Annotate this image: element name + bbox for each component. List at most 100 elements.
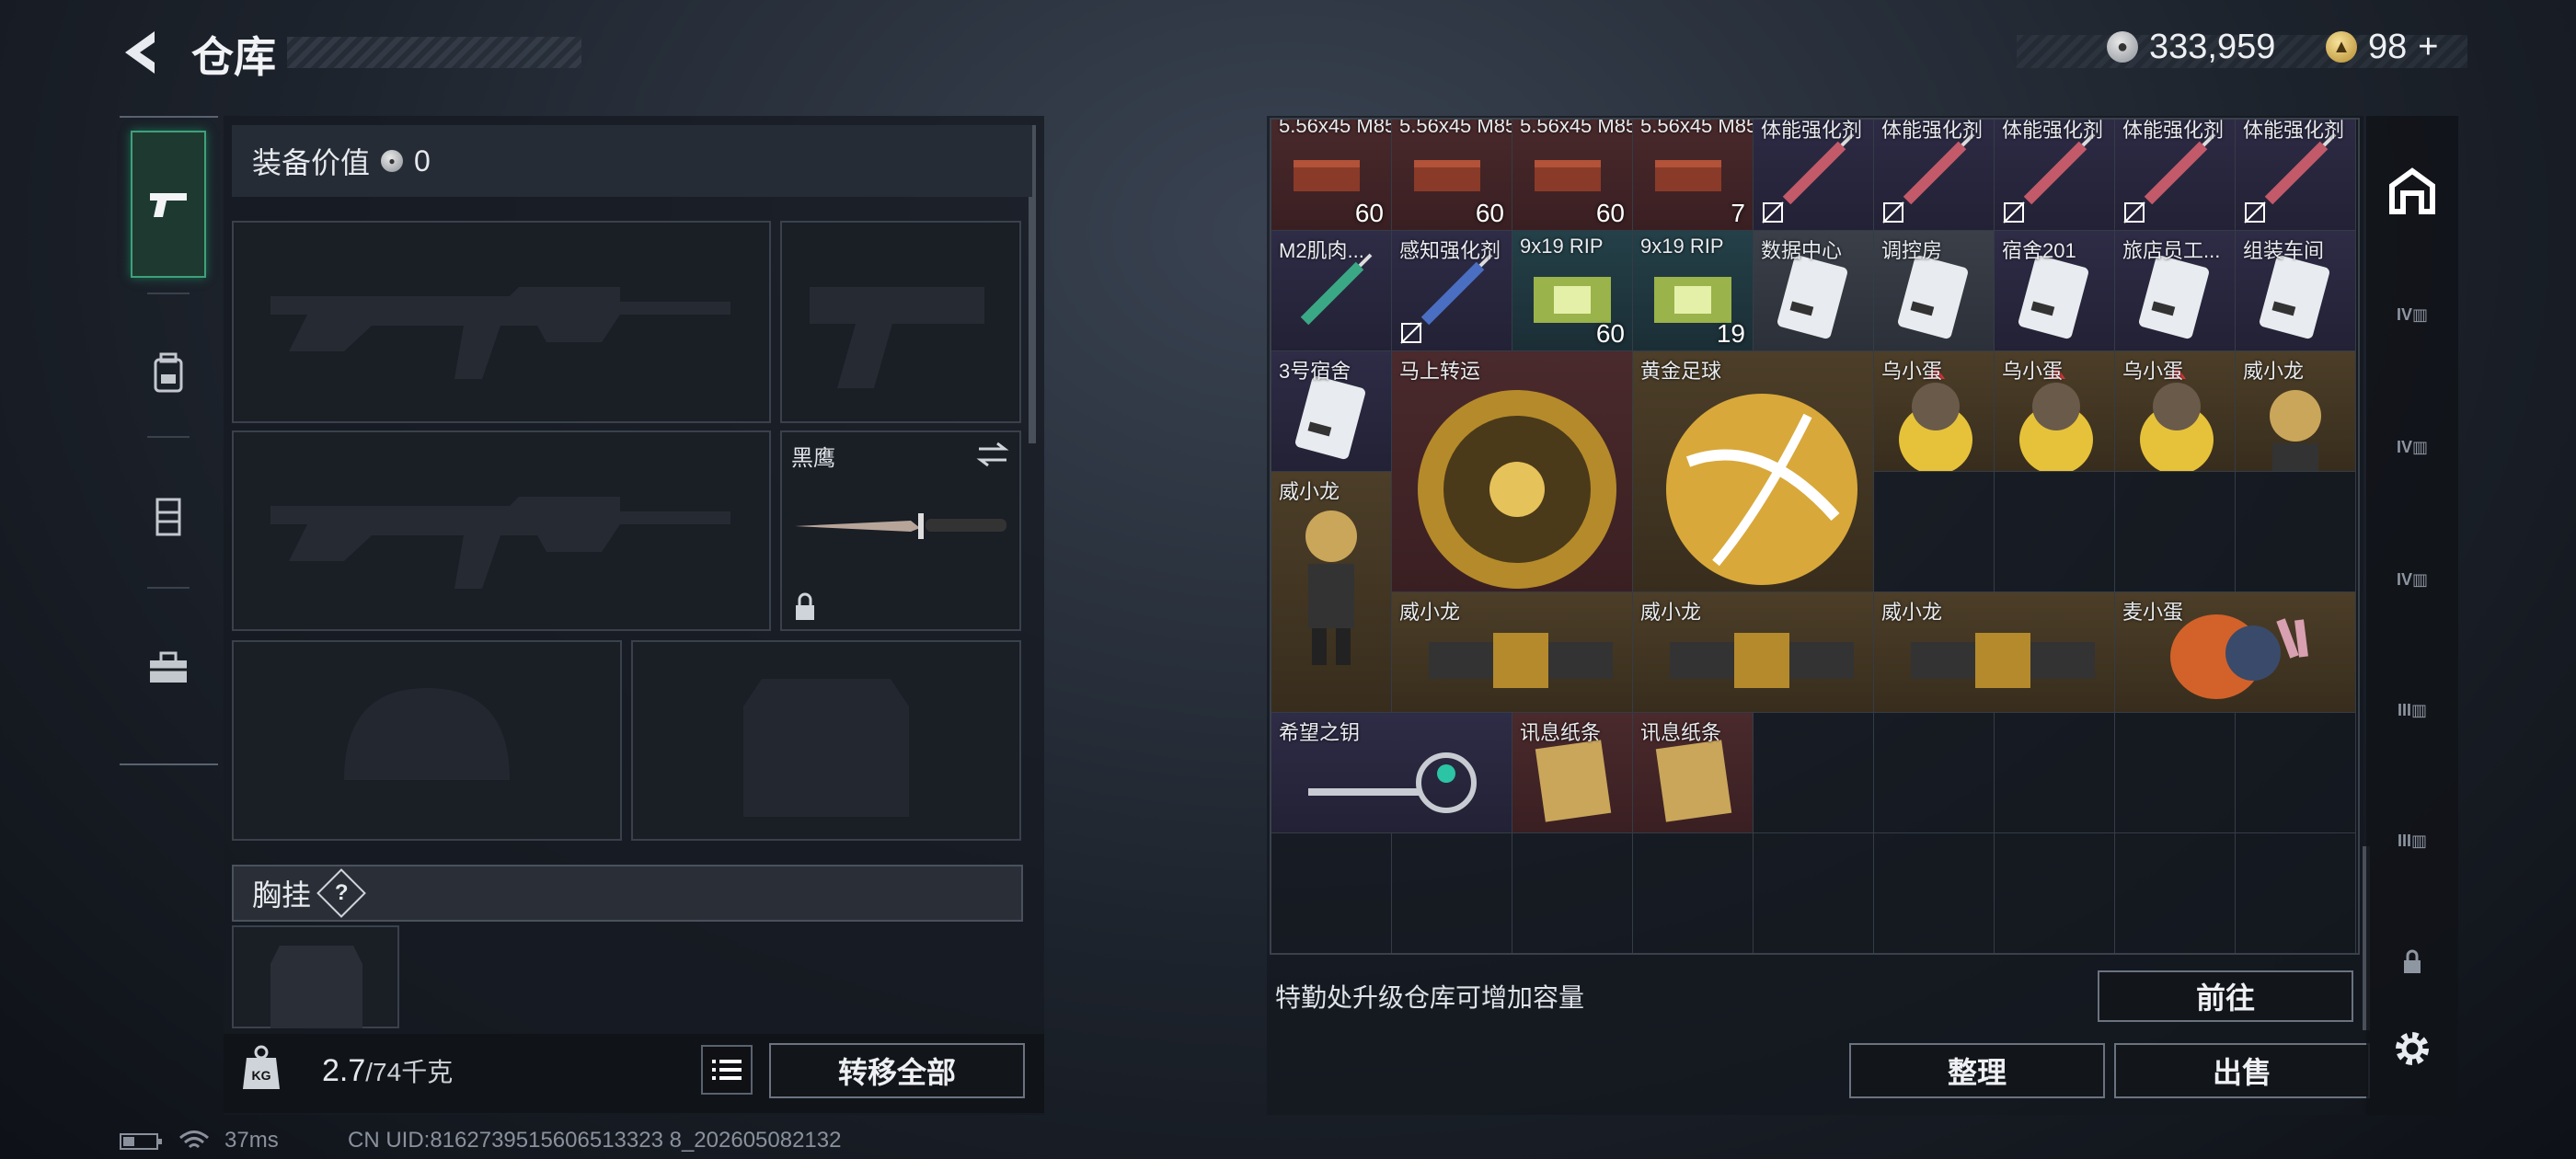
back-arrow-icon[interactable] [118,28,164,77]
warehouse-tab-4c[interactable]: IV ▥ [2383,552,2442,607]
empty-grid-cell[interactable] [1874,472,1995,592]
no-sell-icon [1762,201,1784,224]
rail-toolbox-tab[interactable] [131,594,206,741]
inventory-item[interactable]: 讯息纸条 [1512,713,1632,832]
empty-grid-cell[interactable] [1754,833,1874,953]
chest-rig-slot[interactable] [232,925,399,1028]
inventory-item[interactable]: 威小龙 [1874,592,2114,712]
item-name: 9x19 RIP [1640,235,1724,258]
empty-grid-cell[interactable] [1633,833,1754,953]
knife-icon [795,513,1006,539]
inventory-item[interactable]: 麦小蛋 [2115,592,2355,712]
svg-text:KG: KG [252,1068,271,1083]
inventory-item[interactable]: 体能强化剂 [2115,120,2235,230]
rail-vest-tab[interactable] [131,443,206,591]
empty-grid-cell[interactable] [1874,833,1995,953]
inventory-item[interactable]: 旅店员工... [2115,231,2235,350]
transfer-all-button[interactable]: 转移全部 [769,1043,1025,1098]
currency-gold[interactable]: ▲ 98 + [2326,26,2438,68]
backpack-icon [154,352,183,393]
inventory-item[interactable]: 体能强化剂 [2236,120,2355,230]
inventory-item[interactable]: M2肌肉... [1271,231,1391,350]
empty-grid-cell[interactable] [1874,713,1995,833]
inventory-item[interactable]: 9x19 RIP 19 [1633,231,1753,350]
inventory-item[interactable]: 调控房 [1874,231,1994,350]
organize-button[interactable]: 整理 [1849,1043,2105,1098]
warehouse-tab-rail: IV ▥ IV ▥ IV ▥ III ▥ III ▥ [2366,116,2458,1115]
inventory-item[interactable]: 乌小蛋 [1874,351,1994,471]
currency-gold-value: 98 [2368,27,2408,66]
rail-weapon-tab[interactable] [131,131,206,278]
primary-weapon-slot[interactable] [232,221,771,423]
warehouse-tab-4a[interactable]: IV ▥ [2383,287,2442,342]
warehouse-tab-3a[interactable]: III ▥ [2383,683,2442,738]
inventory-item[interactable]: 威小龙 [1633,592,1873,712]
upgrade-hint: 特勤处升级仓库可增加容量 [1275,983,1585,1012]
item-name: 9x19 RIP [1520,235,1604,258]
inventory-item[interactable]: 乌小蛋 [2115,351,2235,471]
empty-grid-cell[interactable] [2236,472,2356,592]
inventory-item[interactable]: 宿舍201 [1995,231,2114,350]
goto-button[interactable]: 前往 [2098,970,2353,1022]
inventory-item[interactable]: 5.56x45 M855A1 60 [1512,118,1632,230]
empty-grid-cell[interactable] [1995,833,2115,953]
armor-slot[interactable] [631,640,1021,841]
inventory-item[interactable]: 组装车间 [2236,231,2355,350]
equipment-category-rail [120,116,218,765]
item-name: 数据中心 [1761,239,1843,262]
helmet-slot[interactable] [232,640,622,841]
melee-slot[interactable]: 黑鹰 [780,430,1021,631]
secondary-weapon-slot[interactable] [232,430,771,631]
inventory-item[interactable]: 乌小蛋 [1995,351,2114,471]
chest-rig-bar: 胸挂 ? [232,865,1023,922]
inventory-item[interactable]: 体能强化剂 [1874,120,1994,230]
inventory-item[interactable]: 体能强化剂 [1995,120,2114,230]
empty-grid-cell[interactable] [1995,472,2115,592]
inventory-item[interactable]: 马上转运 [1392,351,1632,591]
empty-grid-cell[interactable] [1271,833,1392,953]
currency-gold-add[interactable]: + [2418,28,2438,67]
item-name: 威小龙 [1399,601,1461,624]
inventory-item[interactable]: 威小龙 [1271,472,1391,712]
warehouse-main-tab[interactable] [2383,164,2442,219]
list-view-button[interactable] [701,1045,753,1095]
empty-grid-cell[interactable] [2115,713,2236,833]
inventory-item[interactable]: 讯息纸条 [1633,713,1753,832]
empty-grid-cell[interactable] [2115,472,2236,592]
empty-grid-cell[interactable] [2236,833,2356,953]
lock-icon [2404,949,2421,973]
inventory-item[interactable]: 黄金足球 [1633,351,1873,591]
inventory-item[interactable]: 希望之钥 [1271,713,1512,832]
inventory-item[interactable]: 威小龙 [1392,592,1632,712]
inventory-item[interactable]: 5.56x45 M855A1 60 [1271,120,1391,230]
pistol-slot[interactable] [780,221,1021,423]
settings-button[interactable] [2383,1021,2442,1076]
empty-grid-cell[interactable] [1754,713,1874,833]
silver-coin-icon: ● [2107,31,2138,63]
inventory-item[interactable]: 5.56x45 M855A1 7 [1633,120,1753,230]
helmet-silhouette-icon [344,688,510,780]
inventory-item[interactable]: 3号宿舍 [1271,351,1391,471]
warehouse-tab-4b[interactable]: IV ▥ [2383,419,2442,475]
inventory-item[interactable]: 9x19 RIP 60 [1512,231,1632,350]
empty-grid-cell[interactable] [1995,713,2115,833]
inventory-item[interactable]: 数据中心 [1754,231,1873,350]
no-sell-icon [2244,201,2266,224]
help-icon[interactable]: ? [316,868,366,918]
warehouse-tab-locked[interactable] [2383,935,2442,990]
swap-icon[interactable] [975,440,1010,469]
inventory-item[interactable]: 威小龙 [2236,351,2355,471]
silver-coin-icon: ● [381,150,404,172]
warehouse-tab-3b[interactable]: III ▥ [2383,813,2442,868]
empty-grid-cell[interactable] [2115,833,2236,953]
gold-coin-icon: ▲ [2326,31,2357,63]
inventory-item[interactable]: 5.56x45 M855A1 60 [1392,120,1512,230]
rail-backpack-tab[interactable] [131,300,206,447]
empty-grid-cell[interactable] [1512,833,1633,953]
item-name: 5.56x45 M855A1 [1520,118,1632,137]
sell-button[interactable]: 出售 [2114,1043,2370,1098]
empty-grid-cell[interactable] [1392,833,1512,953]
empty-grid-cell[interactable] [2236,713,2356,833]
inventory-item[interactable]: 体能强化剂 [1754,120,1873,230]
inventory-item[interactable]: 感知强化剂 [1392,231,1512,350]
